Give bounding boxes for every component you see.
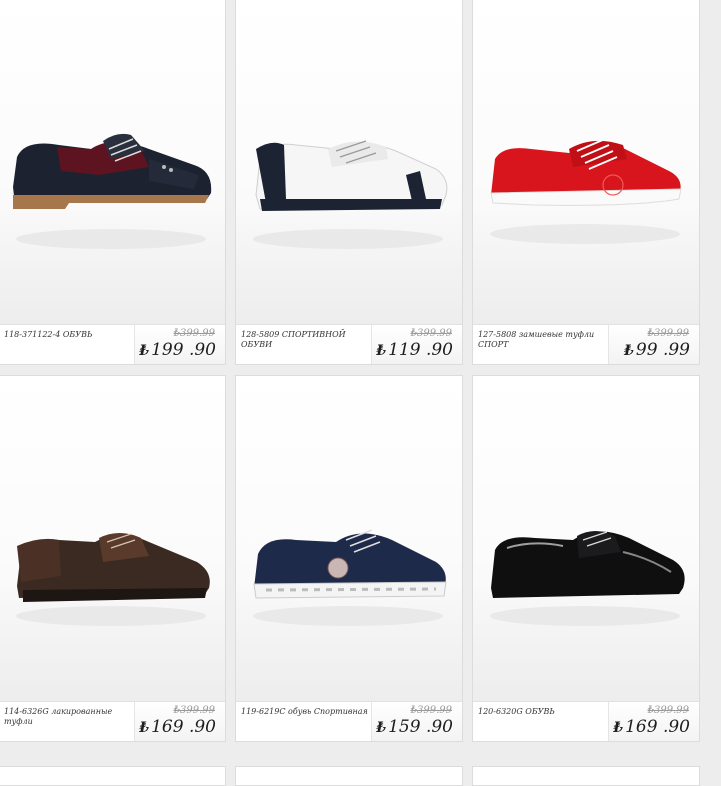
product-image[interactable] — [236, 376, 462, 704]
product-name[interactable]: 120-6320G ОБУВЬ — [478, 707, 606, 717]
product-image[interactable] — [0, 376, 225, 704]
product-card[interactable]: 114-6326G лакированные туфли ₺399.99 ₺ 16… — [0, 375, 226, 742]
new-price: ₺ 169 .90 — [613, 717, 690, 737]
product-card[interactable]: 127-5808 замшевые туфли СПОРТ ₺399.99 ₺ 9… — [472, 0, 700, 365]
product-card[interactable]: 119-6219C обувь Спортивная ₺399.99 ₺ 159 … — [235, 375, 463, 742]
price-box: ₺399.99 ₺ 169 .90 — [608, 702, 699, 741]
currency-symbol: ₺ — [376, 720, 387, 736]
new-price: ₺ 199 .90 — [139, 340, 216, 360]
price-value: 199 .90 — [151, 340, 216, 360]
product-card-partial[interactable] — [235, 766, 463, 786]
currency-symbol: ₺ — [624, 343, 634, 359]
product-info: 120-6320G ОБУВЬ ₺399.99 ₺ 169 .90 — [473, 701, 699, 741]
new-price: ₺ 169 .90 — [139, 717, 216, 737]
old-price: ₺399.99 — [647, 328, 689, 339]
old-price: ₺399.99 — [410, 328, 452, 339]
old-price: ₺399.99 — [410, 705, 452, 716]
product-card[interactable]: 120-6320G ОБУВЬ ₺399.99 ₺ 169 .90 — [472, 375, 700, 742]
price-value: 169 .90 — [151, 717, 216, 737]
price-box: ₺399.99 ₺ 199 .90 — [134, 325, 225, 364]
product-card-partial[interactable] — [0, 766, 226, 786]
new-price: ₺ 99 .99 — [624, 340, 690, 360]
product-info: 114-6326G лакированные туфли ₺399.99 ₺ 16… — [0, 701, 225, 741]
new-price: ₺ 159 .90 — [376, 717, 453, 737]
product-info: 119-6219C обувь Спортивная ₺399.99 ₺ 159 … — [236, 701, 462, 741]
new-price: ₺ 119 .90 — [376, 340, 453, 360]
page-scroll-area — [711, 0, 721, 775]
currency-symbol: ₺ — [613, 720, 624, 736]
price-box: ₺399.99 ₺ 159 .90 — [371, 702, 462, 741]
price-value: 119 .90 — [388, 340, 453, 360]
product-info: 118-371122-4 ОБУВЬ ₺399.99 ₺ 199 .90 — [0, 324, 225, 364]
product-name[interactable]: 128-5809 СПОРТИВНОЙ ОБУВИ — [241, 330, 369, 350]
product-image[interactable] — [473, 0, 699, 327]
price-value: 159 .90 — [388, 717, 453, 737]
product-info: 127-5808 замшевые туфли СПОРТ ₺399.99 ₺ 9… — [473, 324, 699, 364]
old-price: ₺399.99 — [173, 705, 215, 716]
currency-symbol: ₺ — [139, 343, 150, 359]
price-value: 169 .90 — [625, 717, 690, 737]
product-image[interactable] — [0, 0, 225, 327]
product-name[interactable]: 114-6326G лакированные туфли — [4, 707, 132, 727]
product-card[interactable]: 118-371122-4 ОБУВЬ ₺399.99 ₺ 199 .90 — [0, 0, 226, 365]
currency-symbol: ₺ — [376, 343, 387, 359]
product-name[interactable]: 119-6219C обувь Спортивная — [241, 707, 369, 717]
old-price: ₺399.99 — [173, 328, 215, 339]
product-name[interactable]: 127-5808 замшевые туфли СПОРТ — [478, 330, 606, 350]
price-box: ₺399.99 ₺ 119 .90 — [371, 325, 462, 364]
price-box: ₺399.99 ₺ 99 .99 — [608, 325, 699, 364]
product-image[interactable] — [473, 376, 699, 704]
product-name[interactable]: 118-371122-4 ОБУВЬ — [4, 330, 132, 340]
currency-symbol: ₺ — [139, 720, 150, 736]
product-image[interactable] — [236, 0, 462, 327]
price-value: 99 .99 — [635, 340, 690, 360]
product-card-partial[interactable] — [472, 766, 700, 786]
price-box: ₺399.99 ₺ 169 .90 — [134, 702, 225, 741]
old-price: ₺399.99 — [647, 705, 689, 716]
product-info: 128-5809 СПОРТИВНОЙ ОБУВИ ₺399.99 ₺ 119 .… — [236, 324, 462, 364]
product-card[interactable]: 128-5809 СПОРТИВНОЙ ОБУВИ ₺399.99 ₺ 119 .… — [235, 0, 463, 365]
